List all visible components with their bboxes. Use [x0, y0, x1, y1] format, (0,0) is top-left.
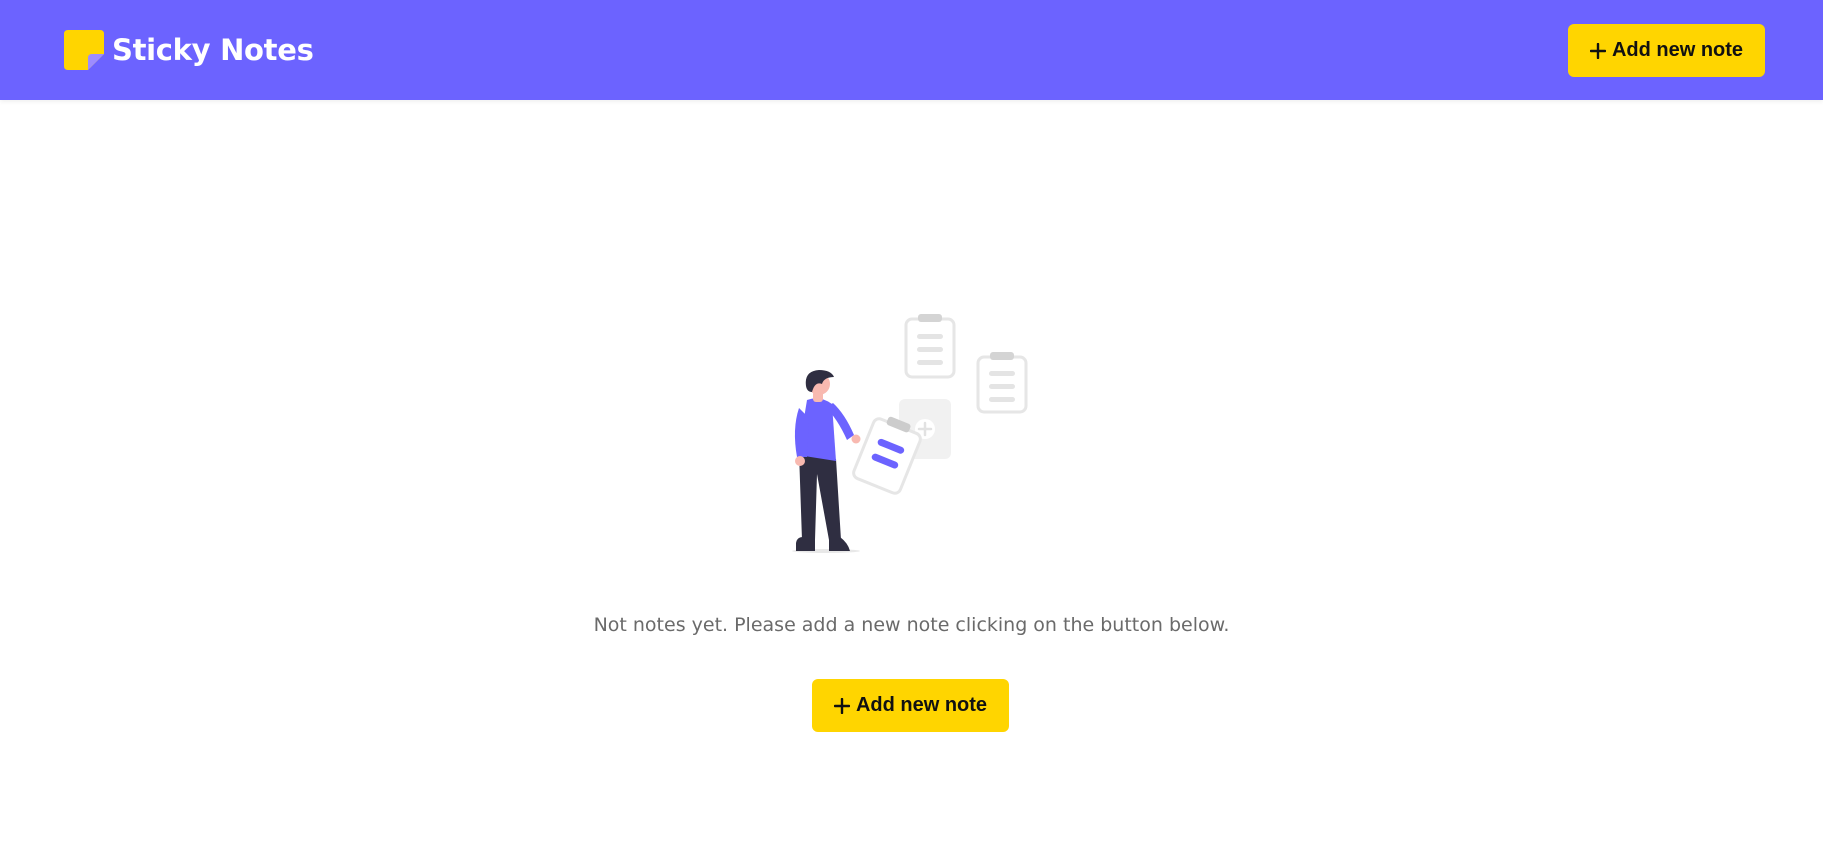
brand: Sticky Notes	[64, 29, 314, 71]
plus-icon	[833, 697, 850, 714]
top-navigation-bar: Sticky Notes Add new note	[0, 0, 1823, 100]
app-title: Sticky Notes	[112, 32, 314, 67]
person-figure	[792, 370, 860, 553]
background-clipboard-icon	[904, 314, 956, 379]
add-note-label: Add new note	[855, 694, 988, 716]
background-clipboard-icon	[976, 352, 1028, 414]
plus-icon	[1589, 42, 1606, 59]
empty-state-message: Not notes yet. Please add a new note cli…	[593, 614, 1230, 636]
header-add-note-button[interactable]: Add new note	[1568, 24, 1765, 77]
empty-notes-illustration	[792, 314, 1028, 553]
add-note-button[interactable]: Add new note	[812, 679, 1009, 732]
sticky-note-icon	[64, 30, 104, 70]
header-add-note-label: Add new note	[1611, 39, 1744, 61]
